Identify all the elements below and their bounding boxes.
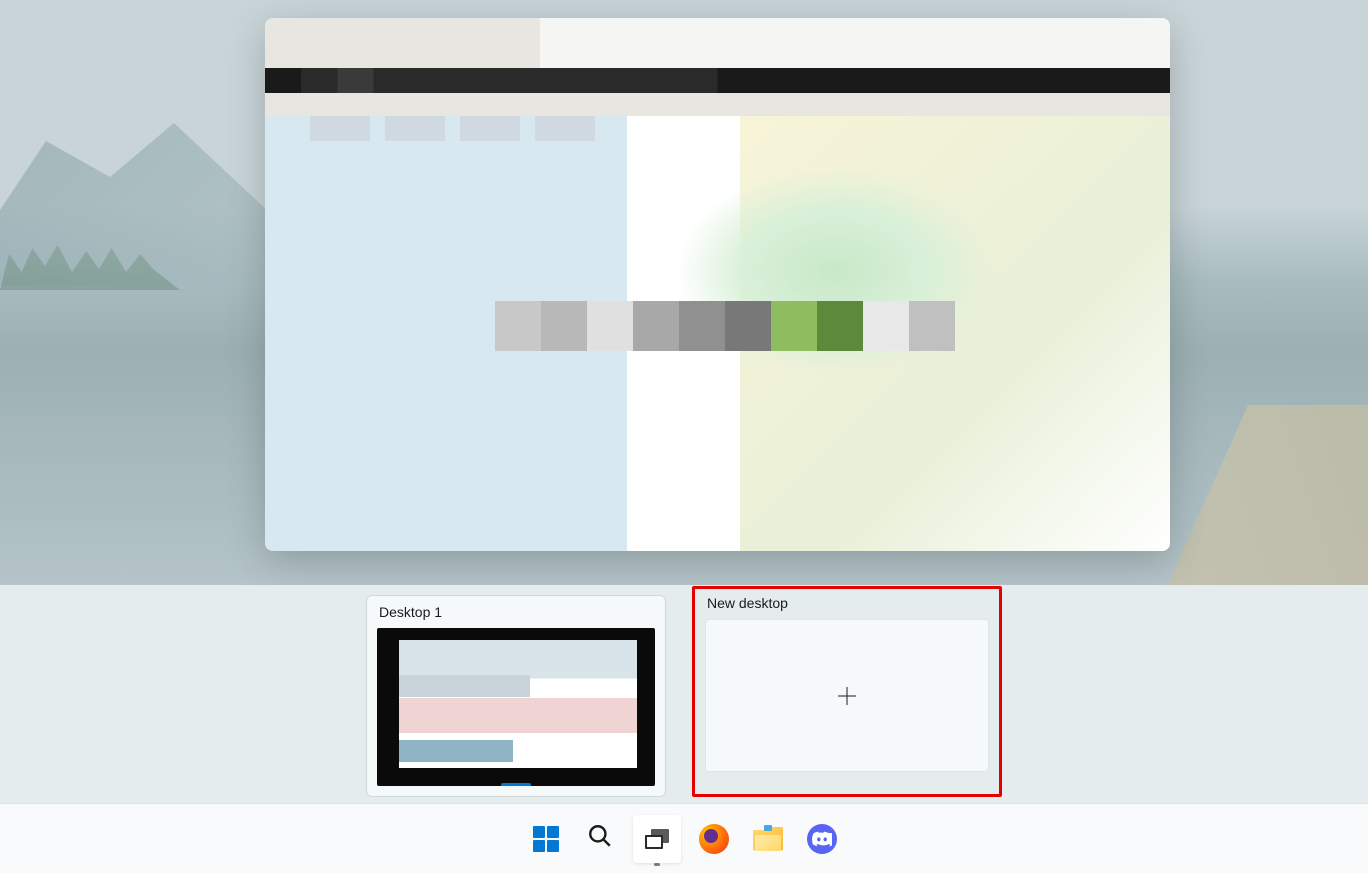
new-desktop-button[interactable]	[705, 619, 989, 772]
plus-icon	[838, 687, 856, 705]
content-ribbon	[310, 116, 680, 141]
new-desktop-label: New desktop	[705, 595, 989, 611]
discord-button[interactable]	[801, 818, 843, 860]
window-preview[interactable]	[265, 18, 1170, 551]
search-button[interactable]	[579, 818, 621, 860]
wallpaper-grass	[1168, 405, 1368, 585]
firefox-icon	[699, 824, 729, 854]
active-desktop-indicator	[501, 783, 531, 786]
start-button[interactable]	[525, 818, 567, 860]
new-desktop-tile[interactable]: New desktop	[692, 586, 1002, 797]
folder-icon	[753, 827, 783, 851]
discord-icon	[807, 824, 837, 854]
file-explorer-button[interactable]	[747, 818, 789, 860]
desktop-label: Desktop 1	[377, 604, 655, 620]
desktop-tile-1[interactable]: Desktop 1	[366, 595, 666, 797]
task-view-button[interactable]	[633, 815, 681, 863]
window-toolbar	[265, 68, 1170, 93]
thumbnail-content	[399, 640, 637, 768]
window-content	[265, 116, 1170, 551]
firefox-button[interactable]	[693, 818, 735, 860]
wallpaper-mountain	[0, 105, 270, 285]
desktops-strip: Desktop 1 New desktop	[0, 585, 1368, 803]
window-titlebar	[265, 18, 1170, 68]
window-subtoolbar	[265, 93, 1170, 116]
desktop-thumbnail[interactable]	[377, 628, 655, 786]
search-icon	[587, 823, 613, 854]
windows-start-icon	[533, 826, 559, 852]
content-bar	[495, 301, 955, 351]
window-tab	[265, 18, 540, 68]
task-view-icon	[645, 829, 669, 849]
taskbar	[0, 803, 1368, 873]
